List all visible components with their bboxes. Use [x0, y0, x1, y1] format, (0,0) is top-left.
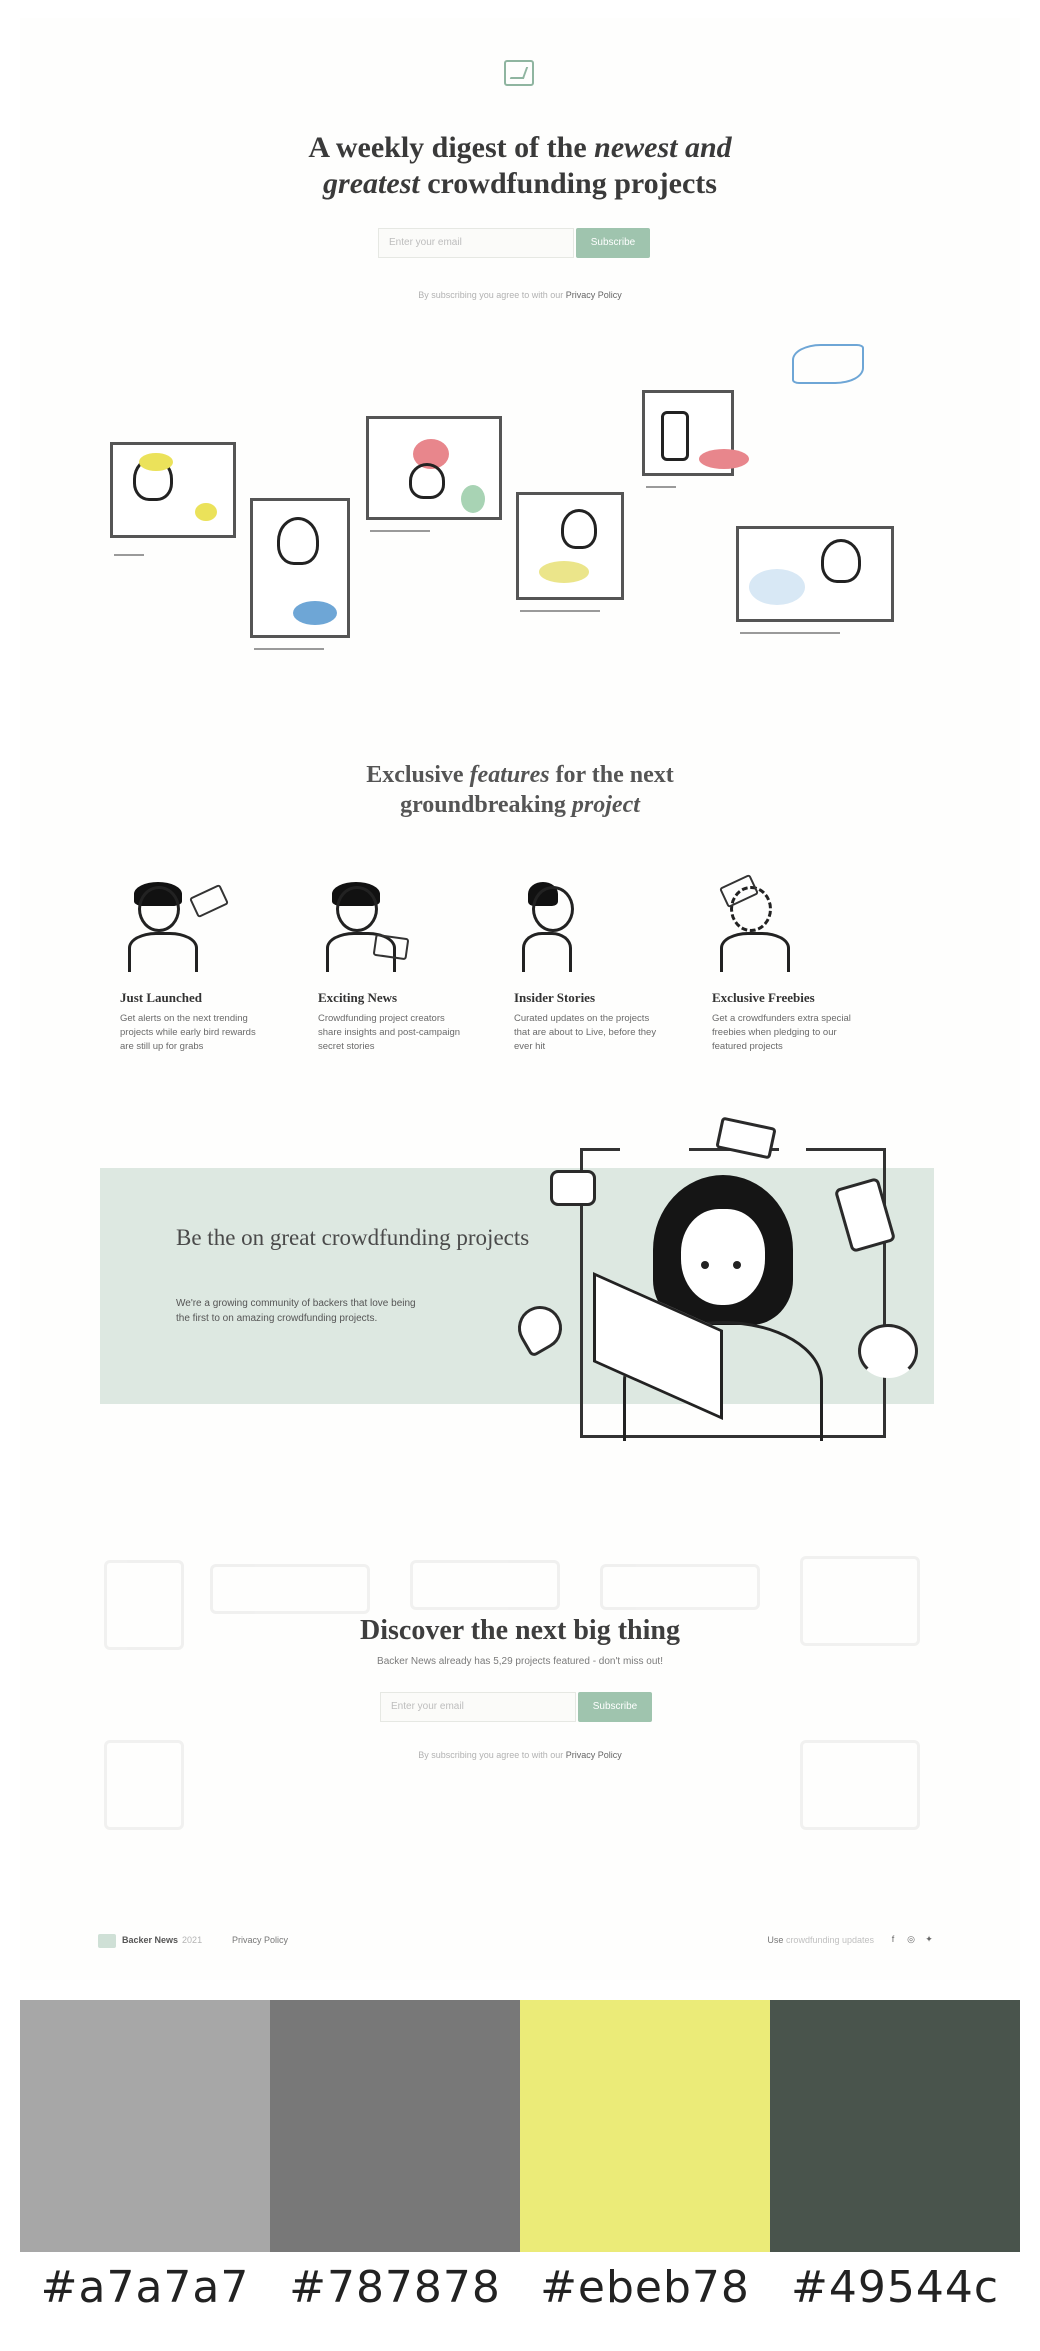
insider-illustration-icon	[514, 880, 624, 980]
hero-privacy-link[interactable]: Privacy Policy	[566, 290, 622, 300]
community-text: We're a growing community of backers tha…	[176, 1298, 416, 1324]
footer-logo-icon[interactable]	[98, 1934, 116, 1948]
discover-privacy-link[interactable]: Privacy Policy	[566, 1750, 622, 1760]
news-reader-illustration-icon	[318, 880, 428, 980]
telescope-illustration-icon	[120, 880, 230, 980]
hero-email-input[interactable]: Enter your email	[378, 228, 574, 258]
illustration-frame-2	[250, 498, 350, 638]
swatch-1	[20, 2000, 270, 2252]
hero-illustration	[80, 330, 960, 710]
discover-subtitle: Backer News already has 5,29 projects fe…	[377, 1656, 663, 1667]
discover-email-input[interactable]: Enter your email	[380, 1692, 576, 1722]
feature-exciting-news: Exciting News Crowdfunding project creat…	[318, 880, 468, 1054]
feature-just-launched: Just Launched Get alerts on the next tre…	[120, 880, 270, 1054]
color-palette	[20, 2000, 1020, 2252]
swatch-4	[770, 2000, 1020, 2252]
swatch-label-3: #ebeb78	[540, 2262, 750, 2313]
swatch-label-4: #49544c	[790, 2262, 1000, 2313]
hero-agree-text: By subscribing you agree to with our Pri…	[418, 290, 622, 300]
drone-icon	[792, 344, 864, 384]
hero-subscribe-button[interactable]: Subscribe	[576, 228, 650, 258]
newsletter-logo-icon[interactable]	[504, 60, 534, 86]
footer-privacy-link[interactable]: Privacy Policy	[232, 1935, 288, 1945]
swatch-label-2: #787878	[289, 2262, 501, 2313]
feature-exclusive-freebies: Exclusive Freebies Get a crowdfunders ex…	[712, 873, 862, 1054]
camera-icon	[550, 1170, 596, 1206]
footer-brand[interactable]: Backer News 2021	[122, 1935, 202, 1945]
discover-signup-form: Enter your email Subscribe	[380, 1692, 660, 1724]
headphones-icon	[858, 1324, 918, 1378]
hero-signup-form: Enter your email Subscribe	[378, 228, 658, 260]
illustration-frame-3	[366, 416, 502, 520]
palette-labels: #a7a7a7 #787878 #ebeb78 #49544c	[20, 2262, 1020, 2313]
footer-right-text: Use crowdfunding updates	[767, 1935, 874, 1945]
illustration-frame-1	[110, 442, 236, 538]
hero-title: A weekly digest of the newest and greate…	[308, 131, 732, 200]
community-title: Be the on great crowdfunding projects	[176, 1225, 530, 1250]
discover-subscribe-button[interactable]: Subscribe	[578, 1692, 652, 1722]
features-title: Exclusive features for the next groundbr…	[366, 762, 674, 818]
swatch-2	[270, 2000, 520, 2252]
swatch-label-1: #a7a7a7	[40, 2262, 250, 2313]
illustration-frame-6	[736, 526, 894, 622]
discover-title: Discover the next big thing	[360, 1615, 680, 1646]
illustration-frame-5	[642, 390, 749, 476]
discover-agree-text: By subscribing you agree to with our Pri…	[418, 1750, 622, 1760]
swatch-3	[520, 2000, 770, 2252]
gift-illustration-icon	[712, 873, 822, 980]
facebook-icon[interactable]: f	[888, 1934, 898, 1944]
footer: Backer News 2021 Privacy Policy Use crowd…	[98, 1928, 938, 1954]
illustration-frame-4	[516, 492, 624, 600]
instagram-icon[interactable]: ◎	[906, 1934, 916, 1944]
twitter-icon[interactable]: ✦	[924, 1934, 934, 1944]
feature-insider-stories: Insider Stories Curated updates on the p…	[514, 880, 664, 1054]
